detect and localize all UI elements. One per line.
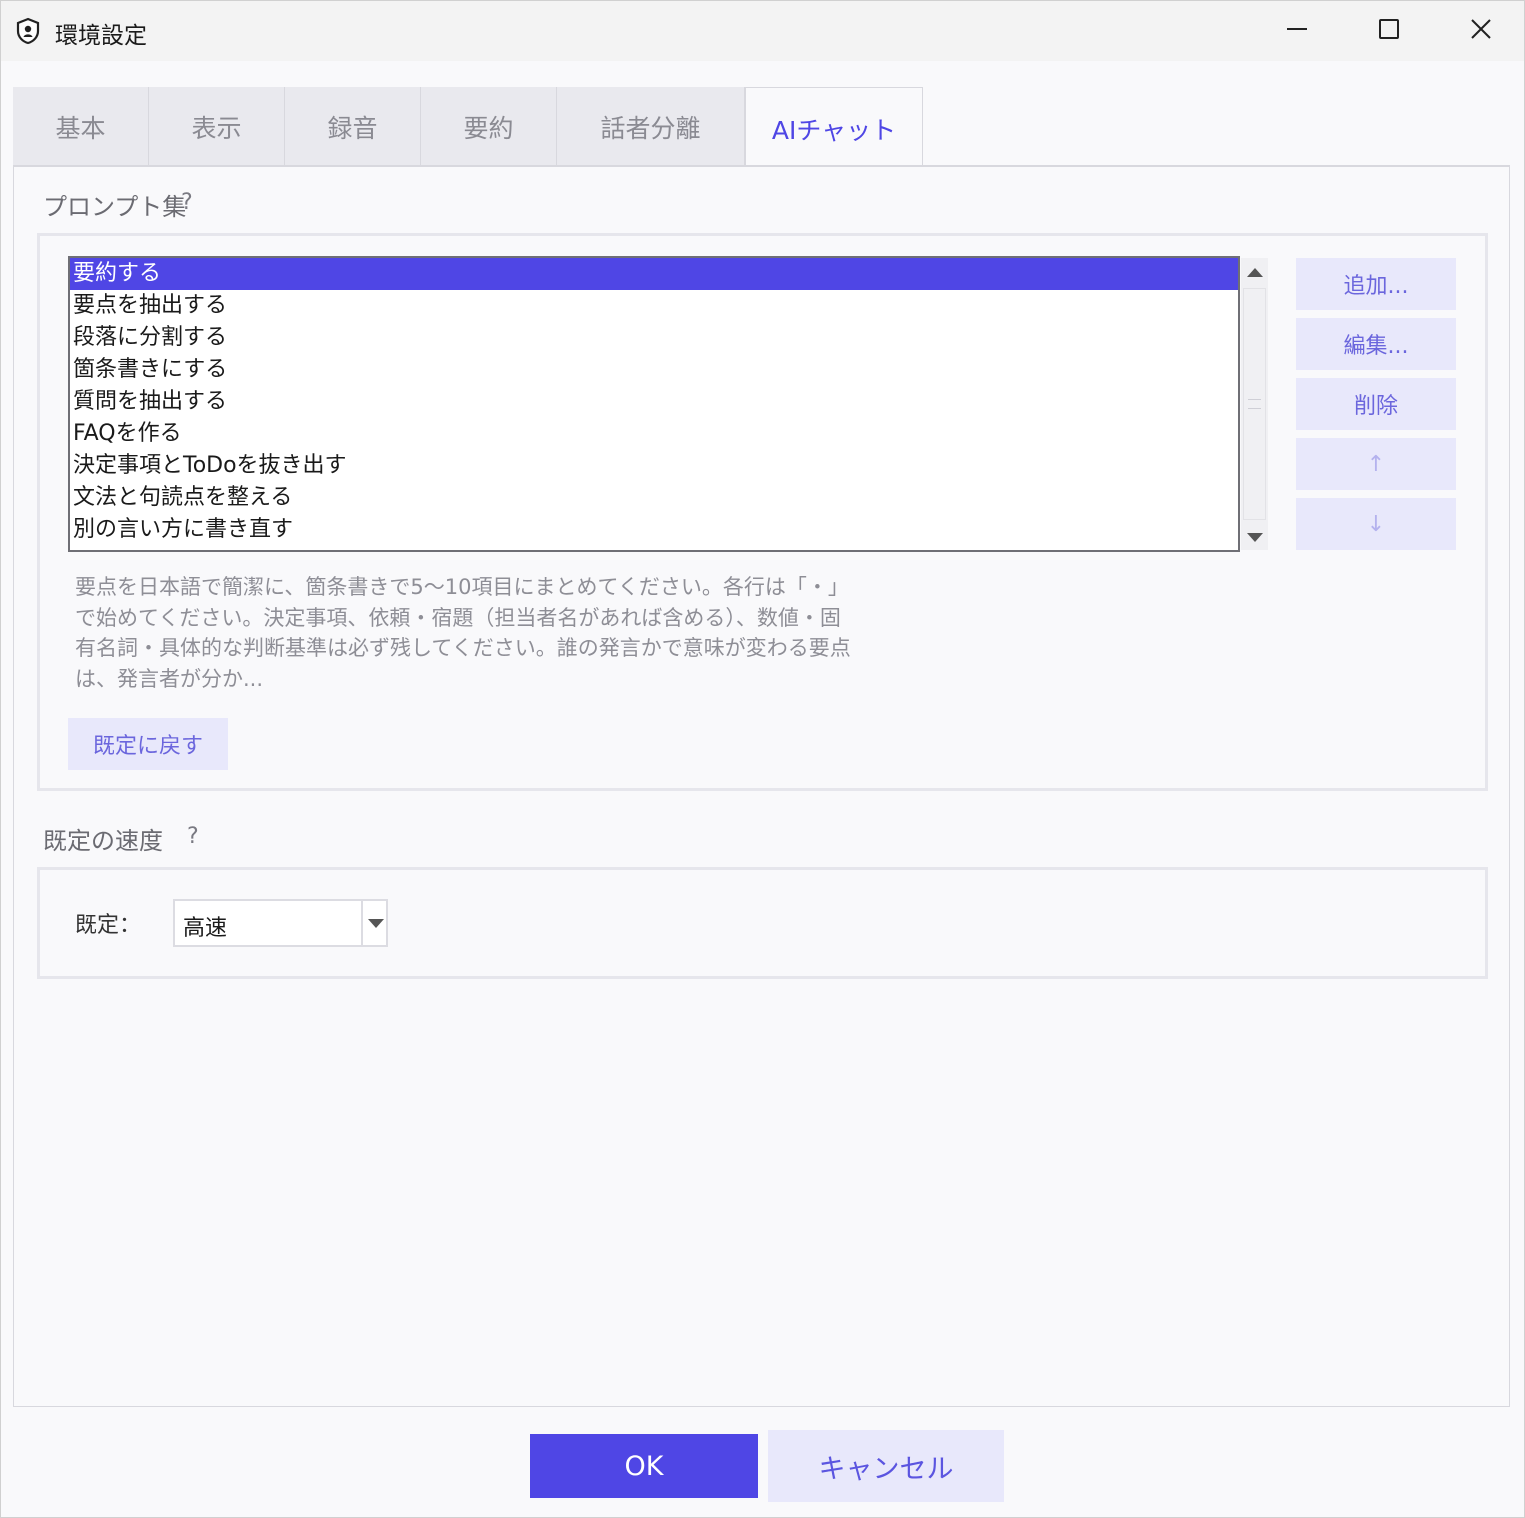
list-item[interactable]: FAQを作る xyxy=(70,418,1238,450)
triangle-down-icon xyxy=(367,914,384,933)
prompt-preview-text: 要点を日本語で簡潔に、箇条書きで5～10項目にまとめてください。各行は「・」で始… xyxy=(75,575,851,691)
move-up-button[interactable]: ↑ xyxy=(1296,438,1456,490)
list-item[interactable]: 文法と句読点を整える xyxy=(70,482,1238,514)
ok-button[interactable]: OK xyxy=(530,1434,758,1498)
list-item[interactable]: 要点を抽出する xyxy=(70,290,1238,322)
edit-prompt-button[interactable]: 編集... xyxy=(1296,318,1456,370)
minimize-button[interactable] xyxy=(1251,1,1343,61)
tab-summary[interactable]: 要約 xyxy=(421,87,557,167)
reset-to-default-button[interactable]: 既定に戻す xyxy=(68,718,228,770)
scroll-thumb[interactable] xyxy=(1243,288,1266,520)
list-item[interactable]: 別の言い方に書き直す xyxy=(70,514,1238,546)
grip-icon xyxy=(1248,399,1261,409)
window-title: 環境設定 xyxy=(55,23,147,49)
list-item[interactable]: 段落に分割する xyxy=(70,322,1238,354)
tab-recording[interactable]: 録音 xyxy=(285,87,421,167)
title-bar[interactable]: 環境設定 xyxy=(1,1,1524,61)
list-item[interactable]: 質問を抽出する xyxy=(70,386,1238,418)
scroll-up-button[interactable] xyxy=(1241,258,1268,284)
tab-basic[interactable]: 基本 xyxy=(13,87,149,167)
cancel-button[interactable]: キャンセル xyxy=(768,1430,1004,1502)
list-item[interactable]: 決定事項とToDoを抜き出す xyxy=(70,450,1238,482)
triangle-down-icon xyxy=(1246,528,1263,547)
tab-speaker-diarization[interactable]: 話者分離 xyxy=(557,87,745,167)
speed-help[interactable]: ? xyxy=(187,824,199,849)
default-speed-label: 既定： xyxy=(75,913,142,938)
prompts-section-title: プロンプト集 xyxy=(43,193,187,221)
list-item[interactable]: 要約する xyxy=(70,258,1238,290)
preferences-window: 環境設定 基本 表示 録音 要約 話者分離 AIチャット プロンプト集 ? 要約… xyxy=(0,0,1525,1518)
prompt-list[interactable]: 要約する 要点を抽出する 段落に分割する 箇条書きにする 質問を抽出する FAQ… xyxy=(68,256,1240,552)
default-speed-value: 高速 xyxy=(183,916,228,941)
speed-section-title: 既定の速度 xyxy=(43,827,163,855)
list-item[interactable]: 箇条書きにする xyxy=(70,354,1238,386)
dropdown-button[interactable] xyxy=(361,901,388,945)
tab-ai-chat[interactable]: AIチャット xyxy=(745,87,923,169)
tab-display[interactable]: 表示 xyxy=(149,87,285,167)
close-icon xyxy=(1470,18,1492,44)
shield-icon xyxy=(15,17,41,45)
maximize-button[interactable] xyxy=(1343,1,1435,61)
delete-prompt-button[interactable]: 削除 xyxy=(1296,378,1456,430)
add-prompt-button[interactable]: 追加... xyxy=(1296,258,1456,310)
move-down-button[interactable]: ↓ xyxy=(1296,498,1456,550)
maximize-icon xyxy=(1378,18,1400,44)
prompt-list-scrollbar[interactable] xyxy=(1241,258,1268,550)
prompts-help[interactable]: ? xyxy=(181,190,193,215)
minimize-icon xyxy=(1286,18,1308,44)
default-speed-select[interactable]: 高速 xyxy=(173,899,388,947)
scroll-down-button[interactable] xyxy=(1241,524,1268,550)
triangle-up-icon xyxy=(1246,262,1263,281)
close-button[interactable] xyxy=(1435,1,1525,61)
